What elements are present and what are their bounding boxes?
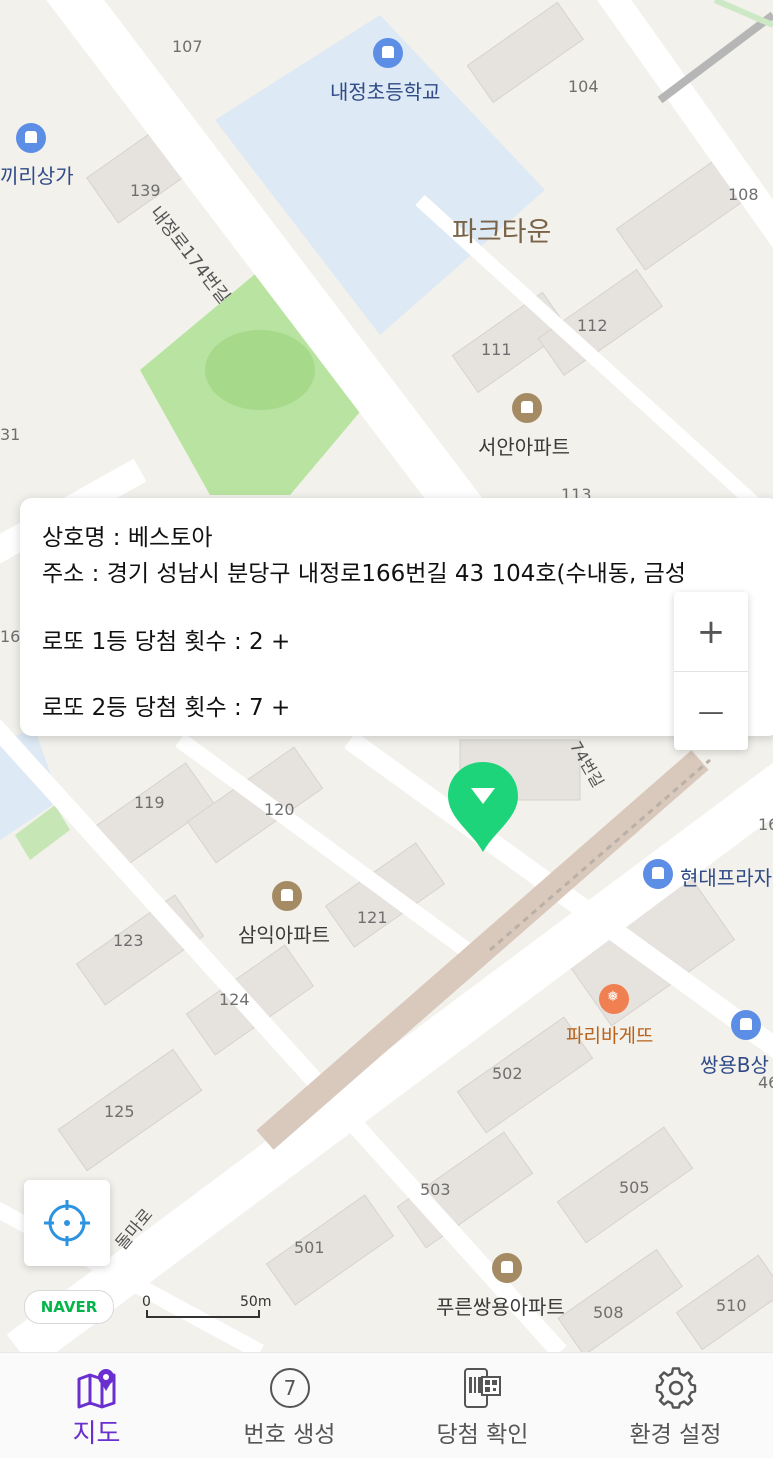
building-number: 112: [577, 316, 608, 335]
tab-map-label: 지도: [72, 1419, 121, 1449]
building-number: 16: [758, 815, 773, 834]
tab-settings-label: 환경 설정: [629, 1422, 722, 1448]
restaurant-pin-icon: ❅: [599, 984, 629, 1014]
tab-check-label: 당첨 확인: [436, 1422, 529, 1448]
building-number: 502: [492, 1064, 523, 1083]
building-number: 16: [0, 627, 21, 646]
store-address: 주소 : 경기 성남시 분당구 내정로166번길 43 104호(수내동, 금성: [42, 561, 686, 587]
building-number: 107: [172, 37, 203, 56]
tab-settings[interactable]: 환경 설정: [579, 1353, 772, 1458]
building-number: 108: [728, 185, 759, 204]
store-name: 상호명 : 베스토아: [42, 525, 213, 551]
tab-generate-label: 번호 생성: [243, 1422, 336, 1448]
tab-generate-numbers[interactable]: 7 번호 생성: [193, 1353, 386, 1458]
second-prize-count[interactable]: 로또 2등 당첨 횟수 : 7 +: [42, 688, 290, 722]
store-info-card[interactable]: 상호명 : 베스토아 주소 : 경기 성남시 분당구 내정로166번길 43 1…: [20, 498, 773, 736]
building-number: 505: [619, 1178, 650, 1197]
place-label-school[interactable]: 내정초등학교: [330, 76, 440, 105]
crosshair-icon: [44, 1200, 90, 1246]
bottom-tab-bar: 지도 7 번호 생성 당첨 확인 환경 설정: [0, 1352, 773, 1458]
place-label-paris-baguette[interactable]: 파리바게뜨: [566, 1021, 653, 1048]
scale-distance: 50m: [240, 1294, 272, 1310]
naver-logo[interactable]: NAVER: [24, 1290, 114, 1324]
building-number: 121: [357, 908, 388, 927]
building-number: 125: [104, 1102, 135, 1121]
marker-pin-icon: [448, 762, 518, 852]
place-label-hyundai[interactable]: 현대프라자: [680, 862, 772, 891]
lotto-ball-number: 7: [283, 1376, 297, 1400]
mall-pin-icon: [731, 1010, 761, 1040]
building-number: 31: [0, 425, 21, 444]
building-number: 503: [420, 1180, 451, 1199]
apartment-pin-icon: [272, 881, 302, 911]
school-pin-icon: [373, 38, 403, 68]
map-pin-icon: [77, 1369, 116, 1409]
zoom-out-button[interactable]: —: [674, 672, 748, 751]
area-label-parktown: 파크타운: [452, 217, 552, 248]
building-number: 124: [219, 990, 250, 1009]
tab-check-winning[interactable]: 당첨 확인: [386, 1353, 579, 1458]
place-label-pureun[interactable]: 푸른쌍용아파트: [436, 1291, 565, 1320]
scale-zero: 0: [142, 1294, 151, 1310]
tab-map[interactable]: 지도: [0, 1353, 193, 1458]
building-number: 139: [130, 181, 161, 200]
current-location-button[interactable]: [24, 1180, 110, 1266]
zoom-in-button[interactable]: +: [674, 592, 748, 671]
mall-pin-icon: [16, 123, 46, 153]
place-label-samik[interactable]: 삼익아파트: [238, 919, 330, 948]
place-label-mall-left[interactable]: 끼리상가: [0, 160, 74, 189]
building-number: 510: [716, 1296, 747, 1315]
mall-pin-icon: [643, 859, 673, 889]
zoom-control: + —: [674, 592, 748, 750]
apartment-pin-icon: [492, 1253, 522, 1283]
building-number: 46: [758, 1073, 773, 1092]
qr-scan-icon: [464, 1368, 501, 1408]
building-number: 123: [113, 931, 144, 950]
first-prize-count[interactable]: 로또 1등 당첨 횟수 : 2 +: [42, 622, 290, 656]
building-number: 120: [264, 800, 295, 819]
building-number: 501: [294, 1238, 325, 1257]
building-number: 111: [481, 340, 512, 359]
apartment-pin-icon: [512, 393, 542, 423]
building-number: 508: [593, 1303, 624, 1322]
building-number: 104: [568, 77, 599, 96]
place-label-seoan[interactable]: 서안아파트: [478, 431, 570, 460]
map-scale-bar: 0 50m: [140, 1294, 272, 1322]
gear-icon: [655, 1367, 697, 1409]
building-number: 119: [134, 793, 165, 812]
